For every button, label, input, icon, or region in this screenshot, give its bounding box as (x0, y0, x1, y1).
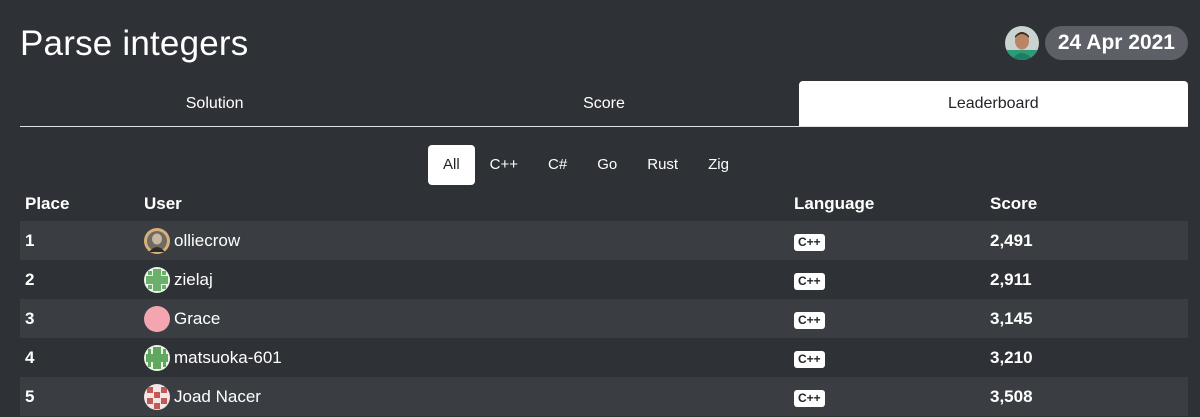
user-cell: Joad Nacer (139, 377, 789, 416)
table-row: 2 zielaj C++ 2,911 (20, 260, 1188, 299)
user-link[interactable]: Grace (174, 309, 220, 329)
pink-circle-avatar-icon (144, 305, 170, 332)
filter-rust-button[interactable]: Rust (632, 145, 693, 185)
user-cell: matsuoka-601 (139, 338, 789, 377)
user-avatar-icon[interactable] (1004, 26, 1039, 60)
user-cell: zielaj (139, 260, 789, 299)
place-cell: 2 (20, 260, 139, 299)
user-link[interactable]: Joad Nacer (174, 387, 261, 407)
table-row: 1 olliecrow C++ 2,491 (20, 221, 1188, 260)
filter-go-button[interactable]: Go (582, 145, 632, 185)
place-cell: 4 (20, 338, 139, 377)
filter-cpp-button[interactable]: C++ (475, 145, 533, 185)
column-header-language: Language (794, 193, 875, 213)
tab-solution[interactable]: Solution (20, 81, 409, 126)
score-cell: 3,210 (985, 338, 1188, 377)
filter-all-button[interactable]: All (428, 145, 475, 185)
place-cell: 5 (20, 377, 139, 416)
score-cell: 2,491 (985, 221, 1188, 260)
leaderboard-table: Place User Language Score 1 olliecrow C+… (20, 186, 1188, 416)
green-identicon-avatar-icon (144, 344, 170, 371)
place-cell: 3 (20, 299, 139, 338)
filter-csharp-button[interactable]: C# (533, 145, 582, 185)
header-user-info: 24 Apr 2021 (1004, 26, 1188, 60)
language-cell: C++ (789, 221, 985, 260)
date-badge: 24 Apr 2021 (1044, 26, 1188, 60)
hole-tabs: Solution Score Leaderboard (20, 81, 1188, 127)
language-cell: C++ (789, 338, 985, 377)
user-cell: olliecrow (139, 221, 789, 260)
red-identicon-avatar-icon (144, 383, 170, 410)
language-badge: C++ (794, 350, 825, 368)
language-badge: C++ (794, 389, 825, 407)
table-header-row: Place User Language Score (20, 186, 1188, 221)
language-cell: C++ (789, 377, 985, 416)
score-cell: 3,145 (985, 299, 1188, 338)
column-header-user: User (144, 193, 182, 213)
user-link[interactable]: olliecrow (174, 231, 240, 251)
place-cell: 1 (20, 221, 139, 260)
column-header-place: Place (25, 193, 70, 213)
user-cell: Grace (139, 299, 789, 338)
score-cell: 2,911 (985, 260, 1188, 299)
column-header-score: Score (990, 193, 1038, 213)
language-cell: C++ (789, 260, 985, 299)
language-filter: All C++ C# Go Rust Zig (428, 145, 744, 185)
green-identicon-avatar-icon (144, 266, 170, 293)
user-link[interactable]: matsuoka-601 (174, 348, 282, 368)
tab-score[interactable]: Score (409, 81, 798, 126)
table-row: 3 Grace C++ 3,145 (20, 299, 1188, 338)
tab-leaderboard[interactable]: Leaderboard (798, 81, 1188, 126)
language-badge: C++ (794, 311, 825, 329)
language-badge: C++ (794, 233, 825, 251)
language-badge: C++ (794, 272, 825, 290)
score-cell: 3,508 (985, 377, 1188, 416)
table-row: 5 Joad Nacer C++ 3,508 (20, 377, 1188, 416)
filter-zig-button[interactable]: Zig (693, 145, 744, 185)
user-link[interactable]: zielaj (174, 270, 213, 290)
table-row: 4 matsuoka-601 C++ 3,210 (20, 338, 1188, 377)
page-title: Parse integers (20, 24, 249, 63)
photo-avatar-icon (144, 227, 170, 254)
language-cell: C++ (789, 299, 985, 338)
